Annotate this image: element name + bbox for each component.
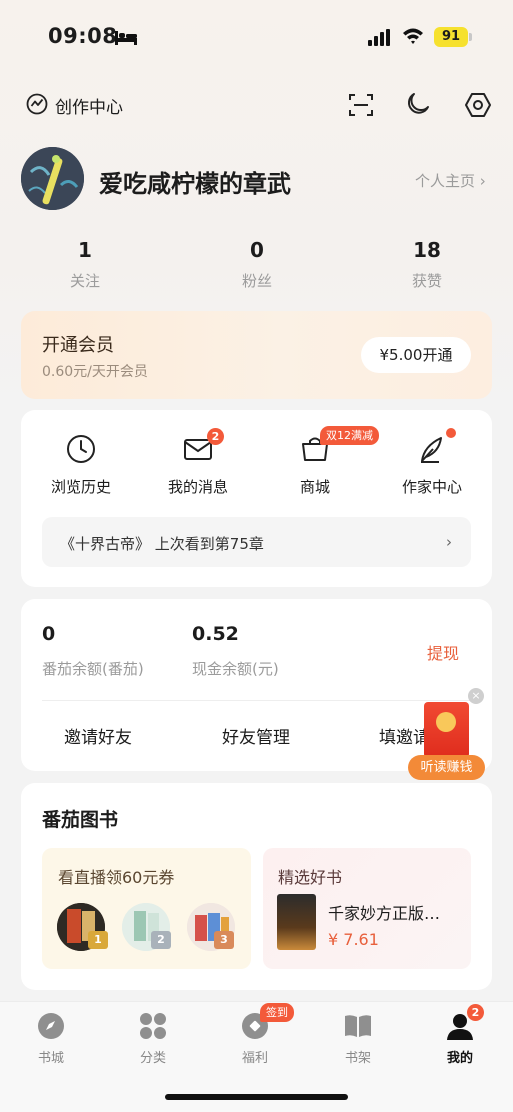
tab-bookshelf[interactable]: 书架 [323, 1011, 393, 1066]
likes-label: 获赞 [411, 272, 442, 290]
chevron-right-icon: › [446, 533, 452, 551]
selected-books-title: 精选好书 [278, 868, 343, 887]
night-mode-icon[interactable] [405, 91, 431, 117]
live-coupon-title: 看直播领60元券 [58, 868, 175, 887]
friend-management-button[interactable]: 好友管理 [222, 723, 290, 748]
rank-badge-1: 1 [88, 931, 108, 949]
vip-subtitle: 0.60元/天开会员 [42, 364, 148, 380]
book-name: 千家妙方正版… [328, 904, 441, 923]
invite-friends-button[interactable]: 邀请好友 [64, 723, 132, 748]
stat-following[interactable]: 1 关注 [25, 238, 145, 291]
shortcut-messages-label: 我的消息 [167, 478, 228, 496]
vip-open-button[interactable]: ¥5.00开通 [361, 337, 471, 373]
coins-balance-label: 番茄余额(番茄) [42, 660, 144, 678]
shop-bag-icon: 双12满减 [298, 426, 379, 466]
tab-bookstore[interactable]: 书城 [16, 1011, 86, 1066]
profile-page-link[interactable]: 个人主页 › [415, 170, 486, 191]
creator-center-link[interactable]: 创作中心 [55, 93, 123, 118]
listen-earn-button[interactable]: 听读赚钱 [408, 755, 485, 780]
messages-badge: 2 [207, 428, 224, 445]
book-price: ¥ 7.61 [328, 930, 379, 949]
cellular-signal-icon [368, 29, 390, 46]
clock-icon [64, 432, 98, 466]
rank-badge-3: 3 [214, 931, 234, 949]
coins-balance: 0 [42, 623, 56, 645]
vip-title: 开通会员 [42, 335, 114, 356]
shortcut-history[interactable]: 浏览历史 [26, 432, 136, 497]
compass-icon [36, 1011, 66, 1041]
tab-rewards-label: 福利 [241, 1051, 268, 1066]
mail-icon: 2 [181, 428, 224, 466]
tab-mine[interactable]: 2 我的 [425, 1004, 495, 1066]
cash-balance: 0.52 [192, 623, 239, 645]
battery-level: 91 [434, 27, 468, 47]
books-section-title: 番茄图书 [42, 809, 119, 831]
close-icon[interactable]: × [468, 688, 484, 704]
settings-icon[interactable] [464, 91, 492, 119]
shortcut-writer-label: 作家中心 [401, 478, 462, 496]
divider [42, 700, 471, 701]
shortcut-history-label: 浏览历史 [50, 478, 111, 496]
home-indicator [165, 1094, 348, 1100]
sleep-bed-icon [115, 31, 137, 45]
tab-mine-label: 我的 [446, 1051, 473, 1066]
shortcut-shop-label: 商城 [299, 478, 330, 496]
tab-bookstore-label: 书城 [37, 1051, 64, 1066]
avatar[interactable] [21, 147, 84, 210]
followers-count: 0 [250, 238, 264, 262]
stat-likes[interactable]: 18 获赞 [367, 238, 487, 291]
username: 爱吃咸柠檬的章武 [99, 170, 291, 198]
grid-icon [138, 1011, 168, 1041]
writer-dot-badge [446, 428, 456, 438]
mine-badge: 2 [467, 1004, 484, 1021]
shortcut-writer[interactable]: 作家中心 [377, 428, 487, 497]
creator-center-icon[interactable] [26, 93, 48, 115]
coin-icon [436, 712, 456, 732]
shortcut-messages[interactable]: 2 我的消息 [143, 428, 253, 497]
wifi-icon [403, 28, 423, 44]
tab-rewards[interactable]: 签到 福利 [220, 1003, 294, 1066]
shortcut-shop[interactable]: 双12满减 商城 [260, 426, 379, 497]
quill-icon [415, 428, 456, 466]
cash-balance-label: 现金余额(元) [192, 660, 279, 678]
stat-followers[interactable]: 0 粉丝 [197, 238, 317, 291]
tab-categories-label: 分类 [139, 1051, 166, 1066]
checkin-badge: 签到 [260, 1003, 294, 1022]
book-icon [343, 1011, 373, 1041]
status-time: 09:08 [48, 24, 118, 48]
reading-history-text: 《十界古帝》 上次看到第75章 [60, 535, 264, 553]
followers-label: 粉丝 [241, 272, 272, 290]
tab-bookshelf-label: 书架 [344, 1051, 371, 1066]
withdraw-button[interactable]: 提现 [427, 640, 459, 664]
gift-icon: 签到 [240, 1003, 294, 1041]
tab-categories[interactable]: 分类 [118, 1011, 188, 1066]
enter-invite-code-button[interactable]: 填邀请 [379, 723, 430, 748]
rank-badge-2: 2 [151, 931, 171, 949]
shop-promo-badge: 双12满减 [320, 426, 379, 445]
following-label: 关注 [69, 272, 100, 290]
person-icon: 2 [445, 1004, 484, 1041]
scan-icon[interactable] [348, 92, 374, 118]
book-cover [277, 894, 316, 950]
following-count: 1 [78, 238, 92, 262]
likes-count: 18 [413, 238, 441, 262]
battery-indicator: 91 [434, 27, 472, 47]
battery-tip [469, 33, 472, 41]
